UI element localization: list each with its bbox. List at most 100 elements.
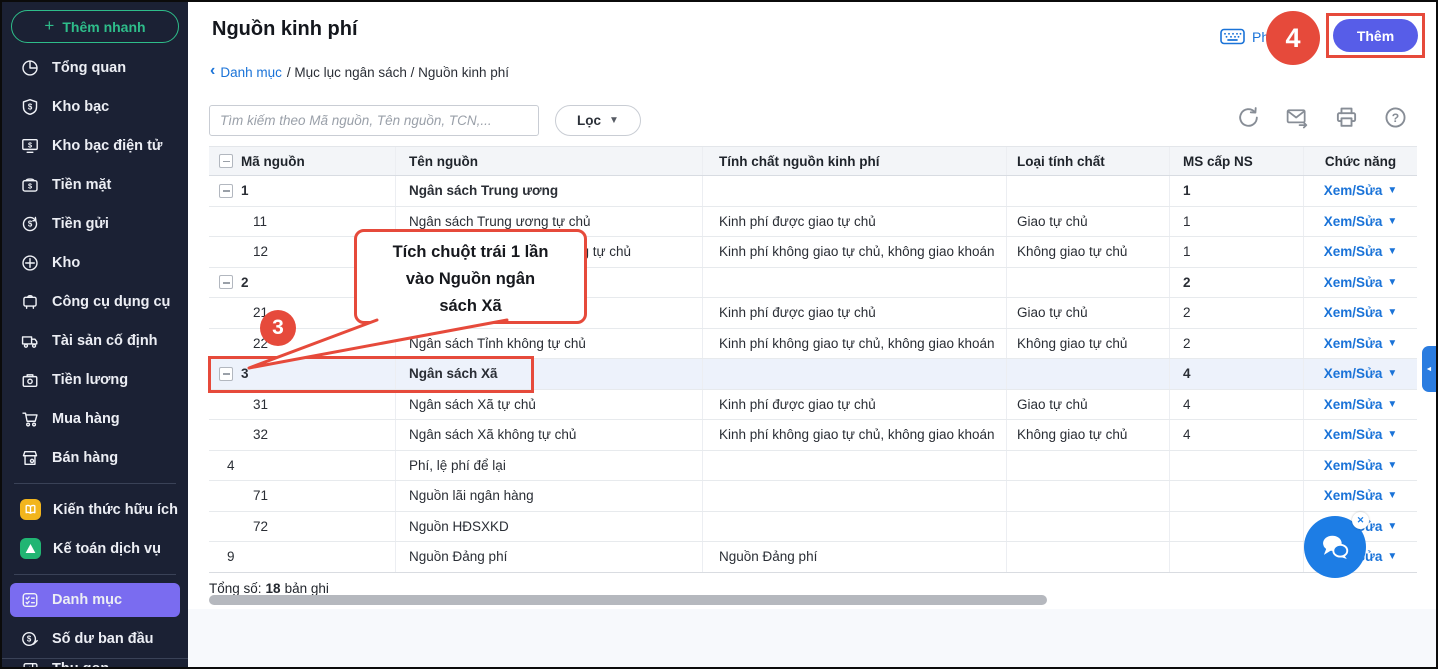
sidebar-item-bán-hàng[interactable]: Bán hàng <box>2 438 188 477</box>
chevron-down-icon: ▼ <box>1387 429 1398 441</box>
view-edit-link[interactable]: Xem/Sửa <box>1324 244 1383 259</box>
cell-ms-level: 4 <box>1170 420 1304 450</box>
sidebar-item-mua-hàng[interactable]: Mua hàng <box>2 399 188 438</box>
cell-type: Giao tự chủ <box>1007 206 1170 236</box>
sidebar-item-label: Kho bạc điện tử <box>52 137 163 154</box>
salary-icon <box>20 370 40 390</box>
chat-close-button[interactable]: ✕ <box>1352 512 1369 529</box>
table-row[interactable]: 9Nguồn Đảng phíNguồn Đảng phíXem/Sửa▼ <box>209 542 1417 573</box>
code-value: 12 <box>253 244 269 260</box>
highlight-rectangle-row3 <box>208 356 534 393</box>
cell-nature <box>703 267 1007 297</box>
keyboard-icon <box>1220 28 1245 45</box>
sidebar-item-danh-mục[interactable]: Danh mục <box>10 583 180 617</box>
cell-nature: Kinh phí được giao tự chủ <box>703 298 1007 328</box>
total-label: Tổng số: <box>209 581 262 596</box>
cell-name: Nguồn lãi ngân hàng <box>396 481 703 511</box>
search-input[interactable] <box>209 105 539 136</box>
sidebar-item-kho[interactable]: Kho <box>2 243 188 282</box>
sidebar-item-label: Kho <box>52 254 81 271</box>
chevron-down-icon: ▼ <box>1387 520 1398 532</box>
send-mail-button[interactable] <box>1285 106 1309 130</box>
view-edit-link[interactable]: Xem/Sửa <box>1324 275 1383 290</box>
view-edit-link[interactable]: Xem/Sửa <box>1324 183 1383 198</box>
select-all-checkbox[interactable] <box>219 154 233 168</box>
table-row[interactable]: 72Nguồn HĐSXKDXem/Sửa▼ <box>209 511 1417 542</box>
sidebar-item-kế-toán-dịch-vụ[interactable]: Kế toán dịch vụ <box>2 529 188 568</box>
view-edit-link[interactable]: Xem/Sửa <box>1324 488 1383 503</box>
cell-code: 22 <box>209 328 396 358</box>
sidebar-item-label: Kiến thức hữu ích <box>53 501 178 518</box>
view-edit-link[interactable]: Xem/Sửa <box>1324 305 1383 320</box>
view-edit-link[interactable]: Xem/Sửa <box>1324 397 1383 412</box>
table-row[interactable]: 4 Phí, lệ phí để lại Xem/Sửa ▼ <box>209 450 1417 481</box>
row-checkbox[interactable] <box>219 275 233 290</box>
chevron-down-icon: ▼ <box>609 115 619 126</box>
view-edit-link[interactable]: Xem/Sửa <box>1324 458 1383 473</box>
print-button[interactable] <box>1334 106 1358 130</box>
tools-icon <box>20 292 40 312</box>
sidebar-item-label: Kế toán dịch vụ <box>53 540 161 557</box>
quick-add-label: Thêm nhanh <box>62 18 146 35</box>
cell-type <box>1007 542 1170 572</box>
sidebar-item-tiền-lương[interactable]: Tiền lương <box>2 360 188 399</box>
table-row[interactable]: 22 Ngân sách Tỉnh không tự chủ Kinh phí kh… <box>209 328 1417 359</box>
sidebar-collapse-button[interactable]: Thu gọn <box>2 658 188 667</box>
app-window: + Thêm nhanh Tổng quan $ Kho bạc $ Kho bạc đ… <box>0 0 1438 669</box>
sidebar-item-tiền-gửi[interactable]: $ Tiền gửi <box>2 204 188 243</box>
view-edit-link[interactable]: Xem/Sửa <box>1324 366 1383 381</box>
breadcrumb: ‹ Danh mục / Mục lục ngân sách / Nguồn k… <box>210 62 509 80</box>
knowledge-icon <box>20 499 41 520</box>
cell-type: Không giao tự chủ <box>1007 237 1170 267</box>
cell-ms-level <box>1170 481 1304 511</box>
sidebar-item-kiến-thức-hữu-ích[interactable]: Kiến thức hữu ích <box>2 490 188 529</box>
view-edit-link[interactable]: Xem/Sửa <box>1324 427 1383 442</box>
opening-balance-icon: $ <box>20 629 40 649</box>
table-row[interactable]: 71 Nguồn lãi ngân hàng Xem/Sửa ▼ <box>209 481 1417 512</box>
cell-name: Ngân sách Trung ương <box>396 176 703 206</box>
cell-code: 9 <box>209 542 396 572</box>
cell-actions: Xem/Sửa ▼ <box>1304 481 1417 511</box>
filter-button[interactable]: Lọc ▼ <box>555 105 641 136</box>
table-row[interactable]: 31 Ngân sách Xã tự chủ Kinh phí được giao … <box>209 389 1417 420</box>
horizontal-scrollbar[interactable] <box>209 595 1047 605</box>
cell-code: 31 <box>209 389 396 419</box>
breadcrumb-link[interactable]: Danh mục <box>220 65 282 80</box>
cell-name: Ngân sách Xã tự chủ <box>396 389 703 419</box>
sidebar-item-kho-bạc-điện-tử[interactable]: $ Kho bạc điện tử <box>2 126 188 165</box>
view-edit-link[interactable]: Xem/Sửa <box>1324 336 1383 351</box>
table-row[interactable]: 1 Ngân sách Trung ương 1 Xem/Sửa ▼ <box>209 176 1417 207</box>
refresh-button[interactable] <box>1236 106 1260 130</box>
sidebar-item-label: Tổng quan <box>52 59 127 76</box>
chat-button[interactable]: ✕ <box>1304 512 1369 578</box>
view-edit-link[interactable]: Xem/Sửa <box>1324 214 1383 229</box>
total-count: 18 <box>265 581 281 596</box>
sidebar-item-tài-sản-cố-định[interactable]: Tài sản cố định <box>2 321 188 360</box>
sidebar-item-số-dư-ban-đầu[interactable]: $ Số dư ban đầu <box>2 619 188 658</box>
table-header-row: Mã nguồn Tên nguồn Tính chất nguồn kinh … <box>209 146 1417 176</box>
sidebar-item-công-cụ-dụng-cụ[interactable]: Công cụ dụng cụ <box>2 282 188 321</box>
cell-ms-level <box>1170 542 1304 572</box>
panel-collapse-tab[interactable]: ◄ <box>1422 346 1436 392</box>
header-ms-level: MS cấp NS <box>1170 147 1304 175</box>
cell-name: Phí, lệ phí để lại <box>396 450 703 480</box>
cell-nature <box>703 511 1007 541</box>
treasury-icon: $ <box>20 97 40 117</box>
cell-nature: Kinh phí không giao tự chủ, không giao k… <box>703 237 1007 267</box>
sidebar-item-label: Tiền gửi <box>52 215 109 232</box>
cell-type <box>1007 176 1170 206</box>
svg-text:?: ? <box>1391 111 1398 125</box>
quick-add-button[interactable]: + Thêm nhanh <box>11 10 179 43</box>
cell-ms-level <box>1170 511 1304 541</box>
sidebar-item-tiền-mặt[interactable]: $ Tiền mặt <box>2 165 188 204</box>
cell-actions: Xem/Sửa ▼ <box>1304 176 1417 206</box>
table-row[interactable]: 32 Ngân sách Xã không tự chủ Kinh phí khôn… <box>209 420 1417 451</box>
chevron-down-icon: ▼ <box>1387 459 1398 471</box>
sidebar-item-tổng-quan[interactable]: Tổng quan <box>2 48 188 87</box>
cell-actions: Xem/Sửa ▼ <box>1304 298 1417 328</box>
sidebar-item-kho-bạc[interactable]: $ Kho bạc <box>2 87 188 126</box>
back-chevron-icon[interactable]: ‹ <box>210 62 215 80</box>
help-button[interactable]: ? <box>1383 106 1407 130</box>
row-checkbox[interactable] <box>219 183 233 198</box>
cell-ms-level: 2 <box>1170 328 1304 358</box>
